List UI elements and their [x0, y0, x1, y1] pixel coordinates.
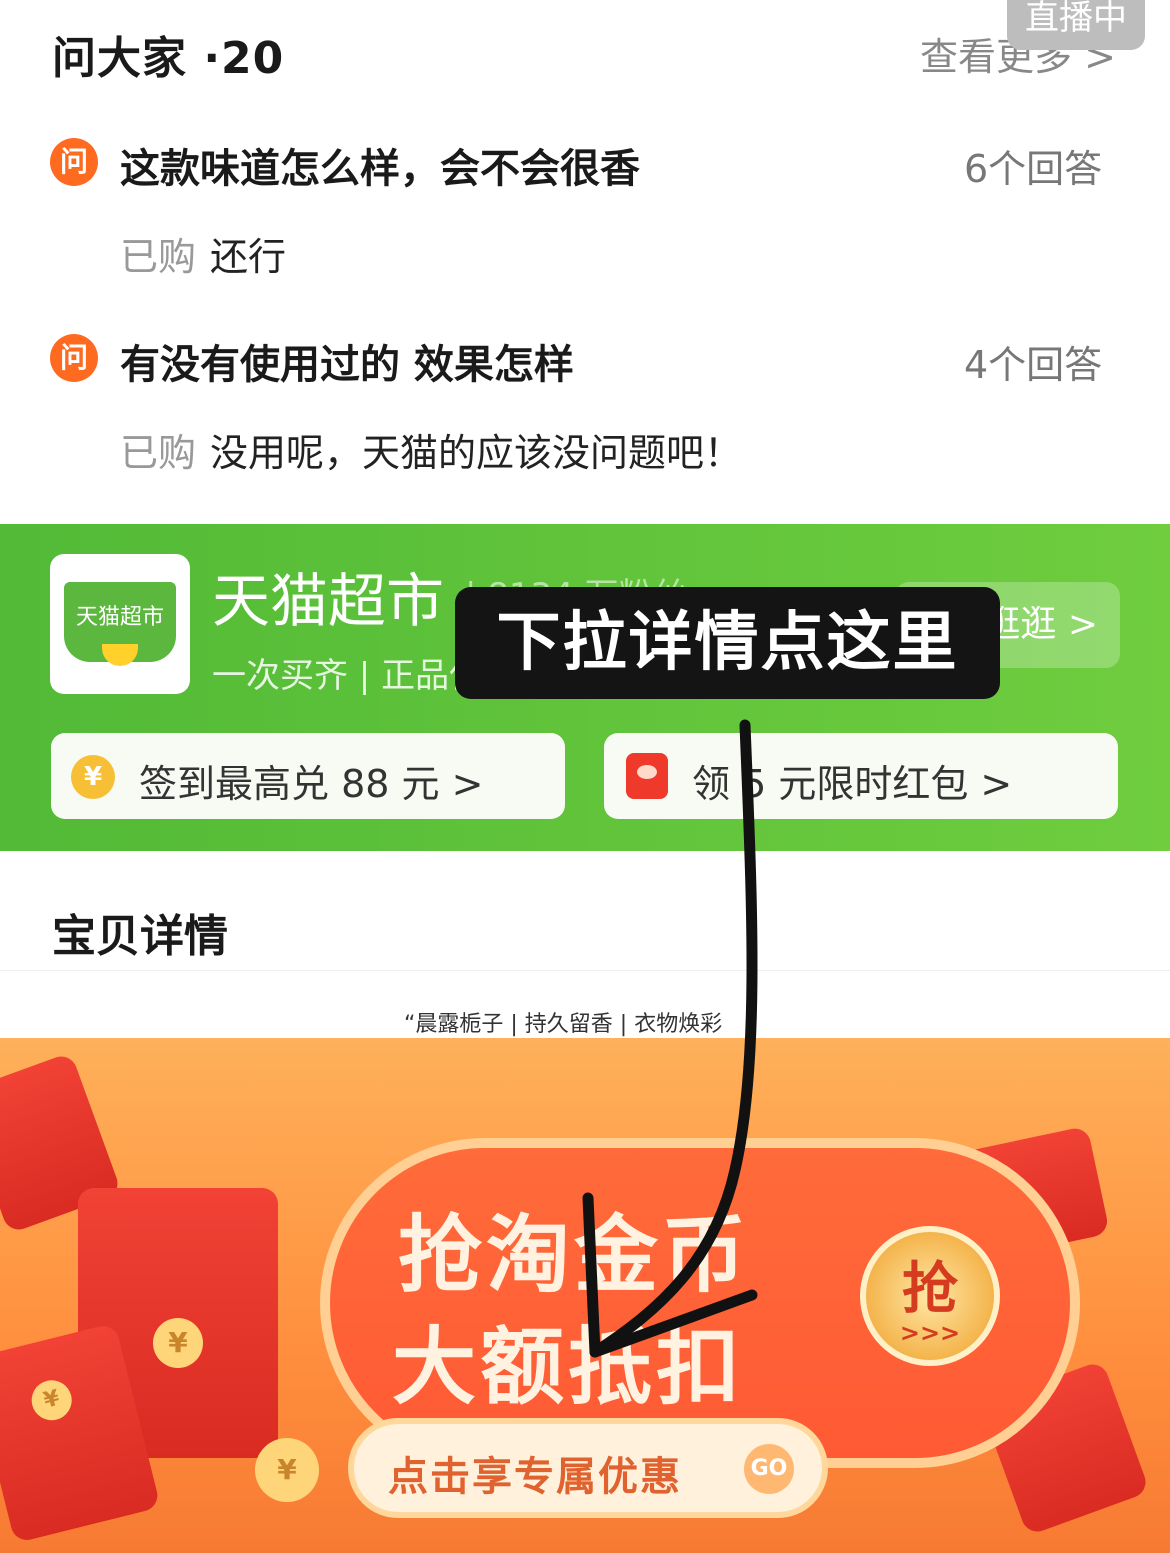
hand-drawn-arrow-icon — [582, 719, 758, 1358]
